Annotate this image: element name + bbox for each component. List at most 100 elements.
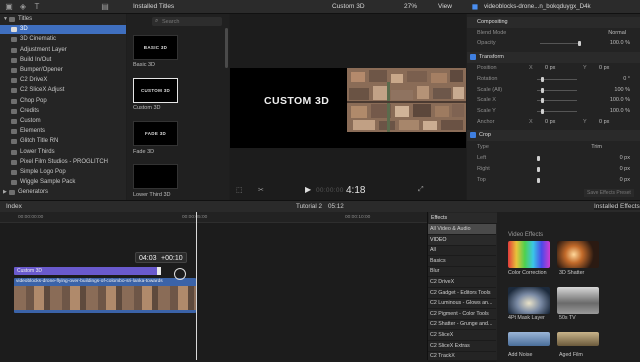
transform-row-value[interactable]: 100.0 %: [610, 106, 630, 116]
transform-slider-knob[interactable]: [541, 98, 544, 104]
effects-category[interactable]: C2 Pigment - Color Tools: [428, 309, 496, 320]
crop-row[interactable]: Right 0 px: [471, 164, 636, 174]
library-item[interactable]: Lower Thirds: [0, 148, 126, 157]
titles-icon[interactable]: T: [32, 2, 42, 12]
effects-category[interactable]: All Video & Audio: [428, 224, 496, 235]
effects-category[interactable]: Blur: [428, 266, 496, 278]
effect-tile-4pt-mask-layer[interactable]: [508, 287, 550, 314]
save-effects-preset-button[interactable]: Save Effects Preset: [584, 189, 634, 197]
crop-slider-knob[interactable]: [537, 178, 540, 183]
play-button-icon[interactable]: ▶: [305, 185, 311, 194]
clip-trim-handle[interactable]: [157, 267, 161, 275]
library-item[interactable]: Pixel Film Studios - PROGLITCH: [0, 158, 126, 167]
disclosure-open-icon[interactable]: ▼: [3, 15, 8, 24]
transform-row-value[interactable]: 0 °: [623, 74, 630, 84]
effect-tile-50s-tv[interactable]: [557, 287, 599, 314]
audio-enhance-icon[interactable]: ✂: [258, 186, 264, 194]
crop-type-value[interactable]: Trim: [591, 142, 602, 152]
transform-row[interactable]: Anchor X 0 px Y 0 px: [471, 117, 636, 127]
title-thumb-custom-3d[interactable]: CUSTOM 3D: [133, 78, 178, 103]
filter-icon[interactable]: ▤: [100, 2, 110, 12]
effect-tile-aged-film[interactable]: [557, 332, 599, 346]
effect-tile-3d-shatter[interactable]: [557, 241, 599, 268]
viewer-canvas[interactable]: CUSTOM 3D: [230, 68, 466, 148]
library-item[interactable]: Build In/Out: [0, 56, 126, 65]
transform-y[interactable]: 0 px: [599, 63, 609, 73]
effect-tile-color-correction[interactable]: [508, 241, 550, 268]
library-icon[interactable]: ▣: [4, 2, 14, 12]
transform-row[interactable]: Scale (All) 100 %: [471, 85, 636, 95]
transform-row[interactable]: Scale X 100.0 %: [471, 95, 636, 105]
title-thumb-fade-3d[interactable]: FADE 3D: [133, 121, 178, 146]
effects-category[interactable]: All: [428, 245, 496, 257]
transform-x[interactable]: 0 px: [545, 117, 555, 127]
browser-scrollbar[interactable]: [225, 28, 228, 68]
crop-slider-knob[interactable]: [537, 167, 540, 172]
library-item[interactable]: ▼ Titles: [0, 15, 126, 24]
timeline-ruler[interactable]: 00:00:00:00 00:00:05:00 00:00:10:00: [0, 212, 427, 223]
crop-slider-knob[interactable]: [537, 156, 540, 161]
library-item[interactable]: Adjustment Layer: [0, 46, 126, 55]
library-item[interactable]: 3D: [0, 25, 126, 35]
effects-category[interactable]: C2 SliceX Extras: [428, 341, 496, 352]
library-item[interactable]: Glitch Title RN: [0, 137, 126, 146]
library-item[interactable]: Chop Pop: [0, 97, 126, 106]
opacity-slider[interactable]: [540, 43, 580, 44]
transform-x[interactable]: 0 px: [545, 63, 555, 73]
transform-row[interactable]: Position X 0 px Y 0 px: [471, 63, 636, 73]
blend-mode-value[interactable]: Normal: [608, 28, 626, 38]
timecode-display[interactable]: 4:18: [346, 185, 365, 196]
library-item[interactable]: Custom: [0, 117, 126, 126]
transform-tool-icon[interactable]: ⬚: [236, 186, 243, 194]
photos-icon[interactable]: ◈: [18, 2, 28, 12]
playhead[interactable]: [196, 212, 197, 360]
disclosure-closed-icon[interactable]: ▶: [3, 188, 7, 197]
transform-slider-knob[interactable]: [541, 87, 544, 93]
effects-category[interactable]: Basics: [428, 256, 496, 267]
effects-category[interactable]: C2 Luminous - Glows an...: [428, 298, 496, 310]
crop-row-value[interactable]: 0 px: [620, 164, 630, 174]
crop-checkbox[interactable]: [470, 132, 476, 138]
fullscreen-icon[interactable]: ⤢: [418, 186, 424, 194]
library-item[interactable]: Elements: [0, 127, 126, 136]
transform-y[interactable]: 0 px: [599, 117, 609, 127]
transform-checkbox[interactable]: [470, 54, 476, 60]
effects-category[interactable]: C2 Shatter - Grunge and...: [428, 319, 496, 331]
index-button[interactable]: Index: [6, 203, 22, 210]
library-item[interactable]: ▶ Generators: [0, 188, 126, 197]
search-field[interactable]: ⌕ Search: [152, 17, 222, 26]
video-clip[interactable]: videoblocks-drone-flying-over-buildings-…: [14, 278, 196, 313]
effects-category[interactable]: C2 DriveX: [428, 277, 496, 288]
library-item[interactable]: Simple Logo Pop: [0, 168, 126, 177]
crop-row[interactable]: Top 0 px: [471, 175, 636, 185]
effects-category[interactable]: C2 SliceX: [428, 330, 496, 341]
transform-row-value[interactable]: 100 %: [614, 85, 630, 95]
crop-row[interactable]: Left 0 px: [471, 153, 636, 163]
library-item[interactable]: 3D Cinematic: [0, 35, 126, 44]
transform-row[interactable]: Rotation 0 °: [471, 74, 636, 84]
library-item[interactable]: C2 DriveX: [0, 76, 126, 85]
inspector-icon[interactable]: ◼: [470, 2, 480, 12]
opacity-slider-knob[interactable]: [578, 41, 581, 46]
transform-row[interactable]: Scale Y 100.0 %: [471, 106, 636, 116]
title-thumb-basic-3d[interactable]: BASIC 3D: [133, 35, 178, 60]
blend-mode-row[interactable]: Blend Mode Normal: [471, 28, 636, 38]
view-menu[interactable]: View: [438, 3, 452, 10]
library-item[interactable]: Wiggle Sample Pack: [0, 178, 126, 187]
transform-slider-knob[interactable]: [541, 76, 544, 82]
title-clip[interactable]: Custom 3D: [14, 267, 160, 275]
effects-category[interactable]: C2 Gadget - Editors Tools: [428, 288, 496, 299]
effect-tile-add-noise[interactable]: [508, 332, 550, 346]
library-item[interactable]: Bumper/Opener: [0, 66, 126, 75]
viewer-zoom[interactable]: 27%: [404, 3, 417, 10]
crop-type-row[interactable]: Type Trim: [471, 142, 636, 152]
opacity-value[interactable]: 100.0 %: [610, 38, 630, 48]
library-item[interactable]: Credits: [0, 107, 126, 116]
crop-row-value[interactable]: 0 px: [620, 153, 630, 163]
library-item[interactable]: C2 SliceX Adjust: [0, 86, 126, 95]
effects-category[interactable]: C2 TrackX: [428, 351, 496, 362]
crop-row-value[interactable]: 0 px: [620, 175, 630, 185]
transform-row-value[interactable]: 100.0 %: [610, 95, 630, 105]
transform-slider-knob[interactable]: [541, 109, 544, 115]
title-thumb-lower-third-3d[interactable]: [133, 164, 178, 189]
